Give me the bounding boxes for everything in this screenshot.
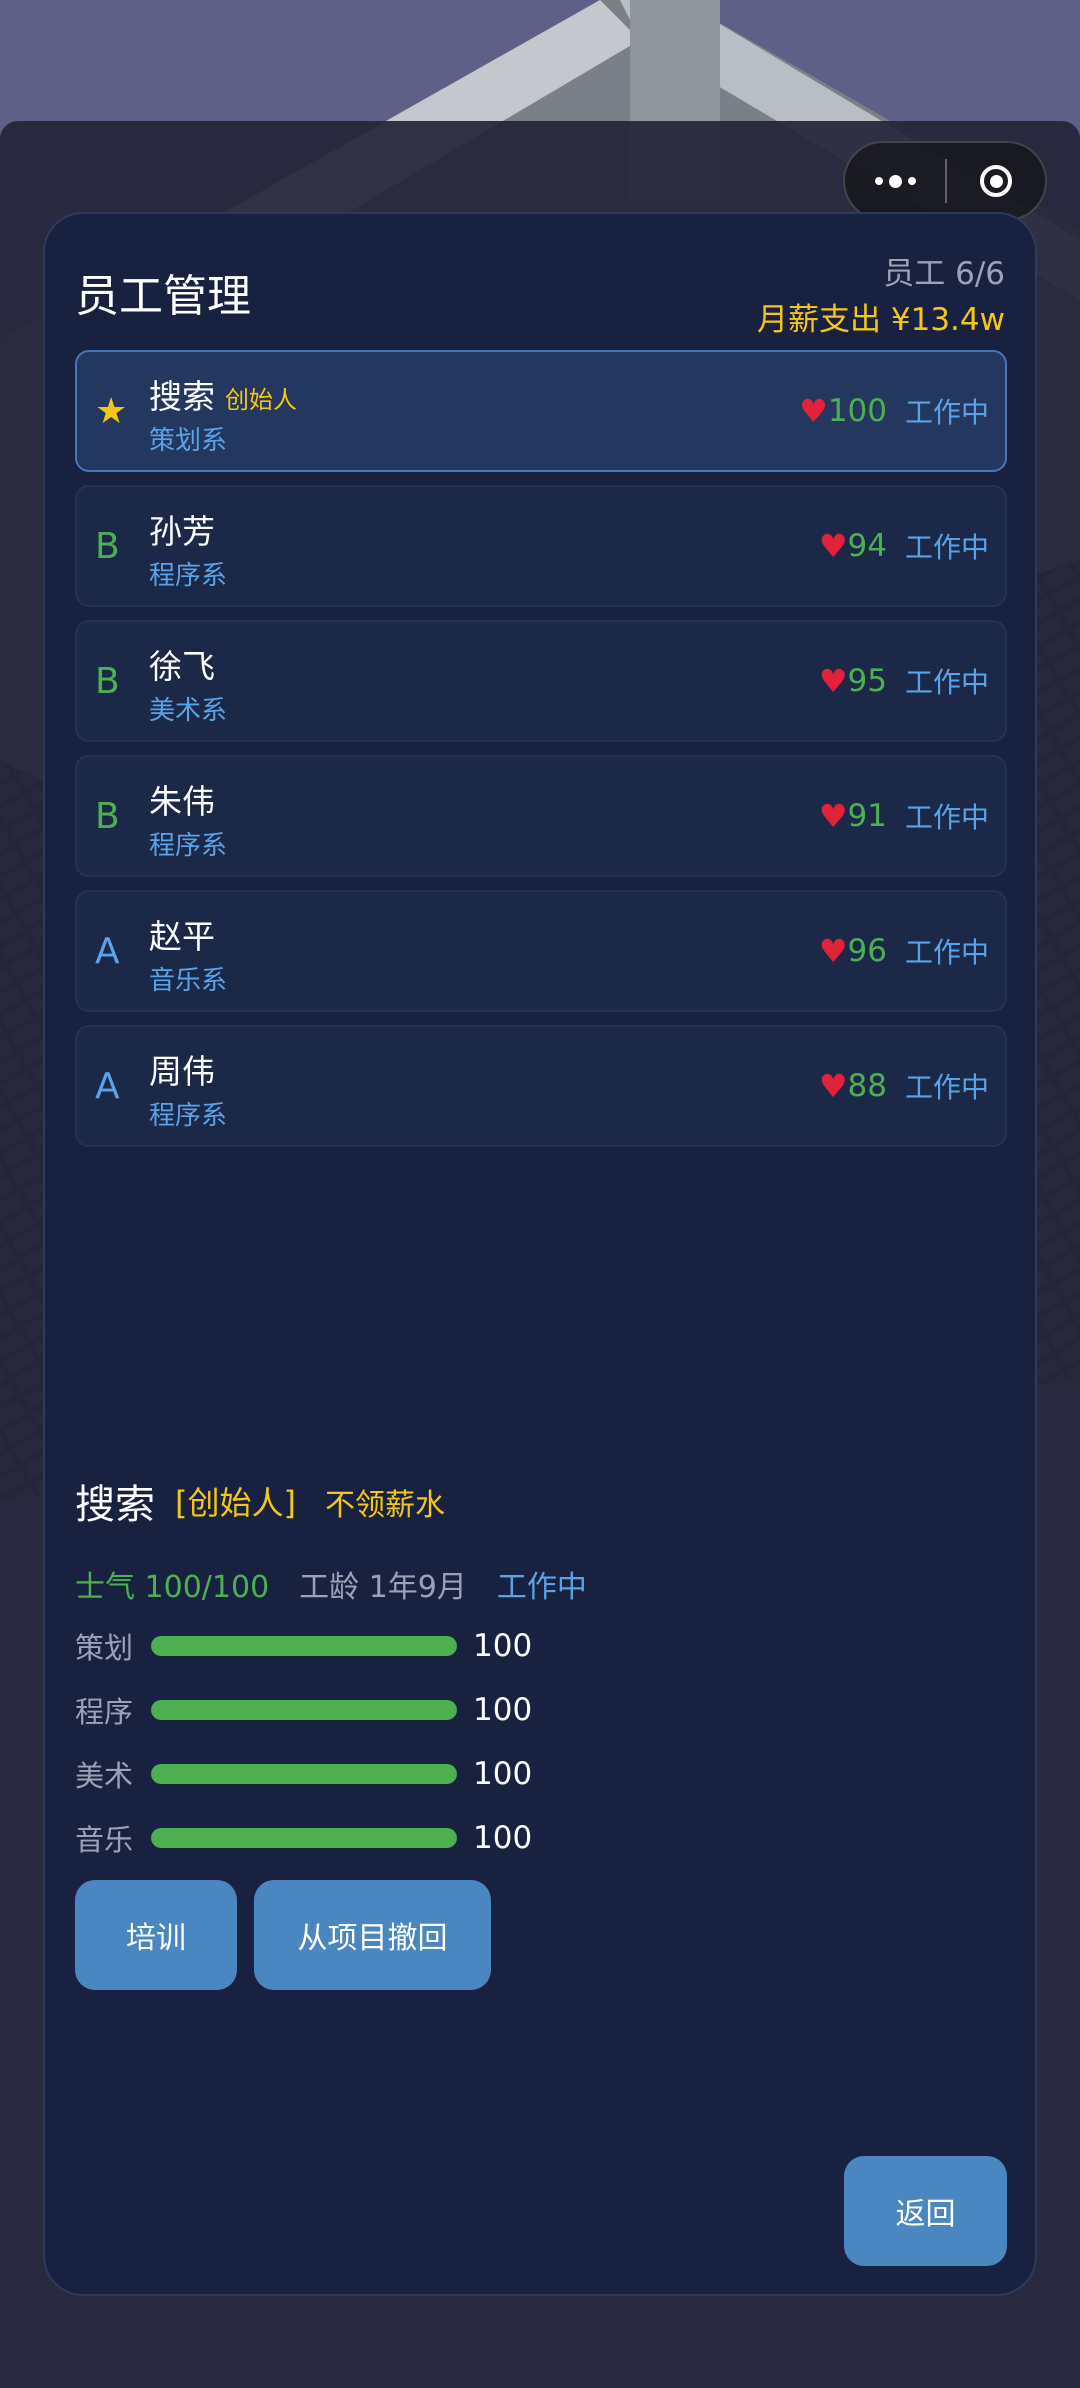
grade-badge: B [95,525,120,567]
employee-department: 美术系 [149,696,228,726]
employee-card[interactable]: ★ 搜索 创始人 策划系 ♥ 100 工作中 [75,350,1007,472]
monthly-payroll: 月薪支出 ¥13.4w [757,302,1005,338]
employee-card[interactable]: A 周伟 程序系 ♥ 88 工作中 [75,1025,1007,1147]
mood-value: 96 [847,933,887,969]
grade-badge: B [95,795,120,837]
grade-badge: ★ [95,390,128,432]
employee-card[interactable]: A 赵平 音乐系 ♥ 96 工作中 [75,890,1007,1012]
mood-value: 88 [847,1068,887,1104]
skill-bar-fill [151,1828,457,1848]
detail-work-status: 工作中 [496,1570,587,1605]
heart-icon: ♥ [818,662,848,700]
skill-bar-fill [151,1636,457,1656]
target-close-icon[interactable] [947,143,1045,219]
heart-icon: ♥ [818,797,848,835]
heart-icon: ♥ [818,1067,848,1105]
skill-value: 100 [473,1756,533,1792]
skill-bar [151,1828,457,1848]
employee-name: 徐飞 [149,647,215,686]
founder-tag: 创始人 [225,386,297,414]
no-salary-note: 不领薪水 [325,1488,445,1523]
detail-stats: 士气 100/100 工龄 1年9月 工作中 [75,1562,587,1606]
employee-department: 程序系 [149,831,228,861]
heart-icon: ♥ [799,392,828,430]
mood-value: 100 [827,393,887,429]
skill-value: 100 [473,1820,533,1856]
mood-value: 94 [847,528,887,564]
staff-count: 员工 6/6 [883,256,1005,292]
skill-bar-fill [151,1700,457,1720]
employee-department: 程序系 [149,561,228,591]
employee-department: 程序系 [149,1101,228,1131]
heart-icon: ♥ [818,527,848,565]
skill-label: 美术 [75,1759,134,1793]
work-status: 工作中 [904,936,989,969]
employee-list: ★ 搜索 创始人 策划系 ♥ 100 工作中 B 孙芳 程序系 ♥ 94 工作中 B 徐飞… [75,350,1007,1160]
work-status: 工作中 [904,1071,989,1104]
train-button[interactable]: 培训 [75,1880,237,1990]
employee-name: 朱伟 [149,782,215,821]
employee-department: 音乐系 [149,966,228,996]
skill-row: 策划 100 [75,1626,532,1666]
employee-name: 搜索 创始人 [149,377,297,416]
skill-bar [151,1764,457,1784]
employee-card[interactable]: B 朱伟 程序系 ♥ 91 工作中 [75,755,1007,877]
employee-card[interactable]: B 孙芳 程序系 ♥ 94 工作中 [75,485,1007,607]
detail-role: [创始人] [175,1484,296,1522]
employee-name: 周伟 [149,1052,215,1091]
heart-icon: ♥ [818,932,848,970]
work-status: 工作中 [904,396,989,429]
withdraw-from-project-button[interactable]: 从项目撤回 [254,1880,491,1990]
grade-badge: A [95,930,120,972]
skill-value: 100 [473,1628,533,1664]
employee-department: 策划系 [149,426,228,456]
morale-value: 士气 100/100 [75,1570,270,1605]
work-status: 工作中 [904,801,989,834]
skill-label: 策划 [75,1631,134,1665]
page-title: 员工管理 [75,271,251,322]
detail-name: 搜索 [75,1482,155,1528]
grade-badge: A [95,1065,120,1107]
miniprogram-capsule [843,141,1047,221]
skill-row: 美术 100 [75,1754,532,1794]
work-status: 工作中 [904,666,989,699]
skill-row: 程序 100 [75,1690,532,1730]
skill-label: 程序 [75,1695,134,1729]
skill-row: 音乐 100 [75,1818,532,1858]
skill-bar-fill [151,1764,457,1784]
skill-bar [151,1636,457,1656]
work-status: 工作中 [904,531,989,564]
more-dots-icon[interactable] [845,143,946,219]
skill-value: 100 [473,1692,533,1728]
staff-management-panel: 员工管理 员工 6/6 月薪支出 ¥13.4w ★ 搜索 创始人 策划系 ♥ 100… [43,212,1037,2296]
skill-label: 音乐 [75,1823,134,1857]
employee-name: 孙芳 [149,512,215,551]
mood-value: 95 [847,663,887,699]
grade-badge: B [95,660,120,702]
employee-name: 赵平 [149,917,215,956]
back-button[interactable]: 返回 [844,2156,1007,2266]
mood-value: 91 [847,798,887,834]
tenure-value: 工龄 1年9月 [299,1570,467,1605]
skill-bar [151,1700,457,1720]
employee-card[interactable]: B 徐飞 美术系 ♥ 95 工作中 [75,620,1007,742]
